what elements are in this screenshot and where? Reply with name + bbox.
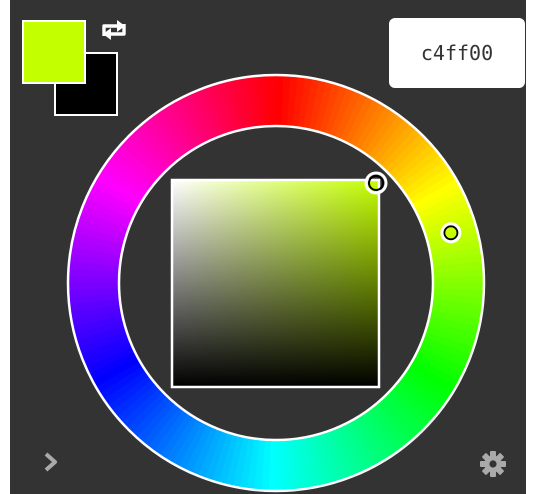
gear-icon[interactable] — [479, 450, 507, 478]
chevron-right-icon[interactable] — [40, 452, 64, 472]
saturation-value-square[interactable] — [170, 178, 381, 389]
